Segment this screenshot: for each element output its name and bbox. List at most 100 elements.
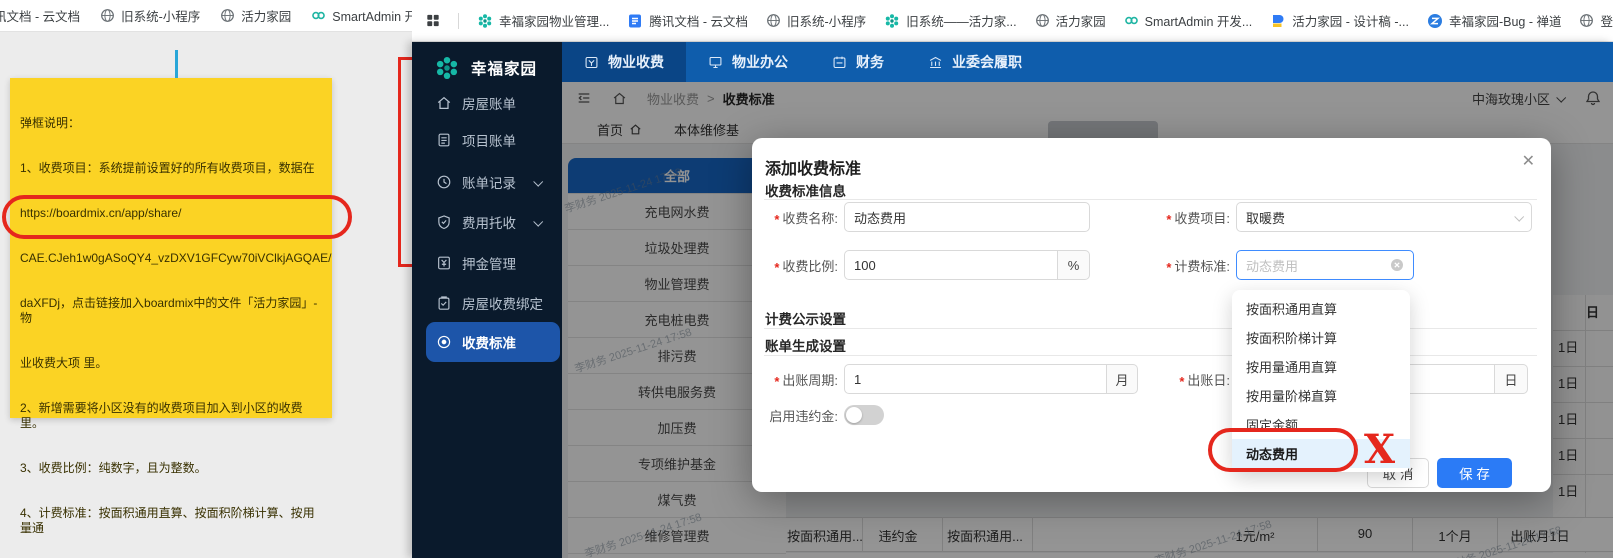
bookmark-item[interactable]: 活力家园 - 设计稿 -... (1270, 11, 1409, 30)
sidebar: 幸福家园 房屋账单 项目账单 账单记录 费用托收 押金管理 房屋收费绑定 收费标… (412, 42, 562, 558)
note-line: 2、新增需要将小区没有的收费项目加入到小区的收费里。 (20, 401, 303, 430)
dropdown-option[interactable]: 按用量阶梯直算 (1232, 381, 1410, 410)
modal-title: 添加收费标准 (765, 161, 862, 178)
flower-icon (478, 13, 492, 28)
flower-icon (885, 13, 899, 28)
deposit-icon (438, 256, 450, 270)
bookmark-item[interactable]: SmartAdmin 开发... (1124, 11, 1253, 30)
save-button[interactable]: 保 存 (1437, 458, 1512, 488)
bookmark-item[interactable]: 活力家园 (1035, 11, 1106, 30)
apps-grid-icon[interactable] (426, 12, 440, 29)
bookmark-item[interactable]: 活力家园 (220, 6, 291, 25)
section-header-info: 收费标准信息 (765, 184, 846, 199)
note-line: 4、计费标准：按面积通用直算、按面积阶梯计算、按用量通 (20, 506, 315, 535)
app-title: 幸福家园 (471, 61, 538, 78)
fee-project-select[interactable]: 取暖费 (1236, 202, 1532, 232)
dropdown-option[interactable]: 按用量通用直算 (1232, 352, 1410, 381)
left-browser-bookmarks-bar: 讯文档 - 云文档 旧系统-小程序 活力家园 SmartAdmin 开发环... (0, 0, 412, 32)
bookmark-label: 活力家园 - 设计稿 -... (1292, 15, 1409, 29)
field-label-cycle: * 出账周期: (752, 364, 838, 394)
sidebar-item-bill-records[interactable]: 账单记录 (412, 167, 562, 197)
fee-ratio-input[interactable] (844, 250, 1058, 280)
required-mark: * (1166, 211, 1172, 227)
nav-tab-finance[interactable]: 财务 (810, 42, 906, 82)
bookmark-item[interactable]: 旧系统-小程序 (100, 6, 200, 25)
sidebar-item-deposit-management[interactable]: 押金管理 (412, 248, 562, 278)
monitor-icon (709, 56, 722, 68)
note-line: 弹框说明： (20, 116, 81, 130)
label-text: 出账日: (1187, 372, 1230, 388)
fee-name-input[interactable] (844, 202, 1090, 232)
field-label-penalty: 启用违约金: (752, 400, 838, 430)
cycle-suffix-month: 月 (1107, 364, 1138, 394)
billing-standard-select[interactable]: 动态费用 (1236, 250, 1414, 280)
smartadmin-icon (1124, 16, 1138, 25)
clock-icon (437, 175, 451, 189)
sidebar-item-fee-collection[interactable]: 费用托收 (412, 207, 562, 237)
nav-tab-label: 物业收费 (608, 54, 664, 70)
label-text: 收费项目: (1174, 210, 1230, 226)
field-label-name: * 收费名称: (752, 202, 838, 232)
nav-tab-label: 物业办公 (732, 54, 788, 70)
document-icon (438, 133, 450, 147)
sidebar-item-label: 房屋收费绑定 (462, 297, 543, 312)
red-circle-annotation (1208, 428, 1358, 472)
app-logo: 幸福家园 (434, 48, 562, 88)
nav-tab-property-fees[interactable]: 物业收费 (562, 42, 686, 82)
globe-icon (1580, 14, 1594, 27)
bookmark-label: 幸福家园-Bug - 禅道 (1448, 15, 1562, 29)
sidebar-item-label: 账单记录 (462, 176, 516, 191)
sidebar-item-project-bills[interactable]: 项目账单 (412, 125, 562, 155)
sidebar-item-house-bills[interactable]: 房屋账单 (412, 88, 562, 118)
bookmark-item[interactable]: 登 (1579, 11, 1613, 30)
section-divider (764, 355, 1537, 356)
required-mark: * (1179, 373, 1185, 389)
zentao-icon (1427, 13, 1442, 28)
bookmark-label: SmartAdmin 开发环... (332, 10, 412, 24)
bookmark-item[interactable]: SmartAdmin 开发环... (311, 6, 412, 25)
clear-icon[interactable] (1390, 258, 1404, 272)
dropdown-option[interactable]: 按面积阶梯计算 (1232, 323, 1410, 352)
bookmark-item[interactable]: 旧系统-小程序 (766, 11, 866, 30)
bookmark-item[interactable]: 旧系统——活力家... (884, 11, 1017, 30)
toggle-knob (846, 407, 862, 423)
nav-tab-label: 财务 (856, 54, 884, 70)
required-mark: * (774, 211, 780, 227)
dropdown-option[interactable]: 按面积通用直算 (1232, 294, 1410, 323)
field-label-day: * 出账日: (1138, 364, 1230, 394)
divider (457, 12, 459, 29)
bookmark-label: 旧系统-小程序 (787, 15, 867, 29)
right-browser-bookmarks-bar: 幸福家园物业管理... 腾讯文档 - 云文档 旧系统-小程序 旧系统——活力家.… (412, 0, 1613, 42)
nav-tab-owners-committee[interactable]: 业委会履职 (906, 42, 1044, 82)
bookmark-label: 活力家园 (241, 10, 292, 24)
bookmark-item[interactable]: 幸福家园物业管理... (477, 11, 609, 30)
nav-tab-label: 业委会履职 (952, 54, 1022, 70)
sticky-note[interactable]: 弹框说明： 1、收费项目：系统提前设置好的所有收费项目，数据在 https://… (10, 78, 332, 535)
bookmark-item[interactable]: 腾讯文档 - 云文档 (627, 11, 748, 30)
shield-icon (438, 215, 450, 230)
bookmark-item[interactable]: 讯文档 - 云文档 (0, 6, 80, 25)
sidebar-item-house-fee-binding[interactable]: 房屋收费绑定 (412, 288, 562, 318)
chevron-down-icon (533, 176, 544, 187)
bookmark-label: SmartAdmin 开发... (1144, 15, 1253, 29)
section-divider (764, 199, 1537, 200)
billing-cycle-input[interactable] (844, 364, 1107, 394)
sidebar-item-label: 房屋账单 (462, 97, 516, 112)
bookmark-label: 腾讯文档 - 云文档 (649, 15, 749, 29)
chevron-down-icon (533, 216, 544, 227)
required-mark: * (774, 373, 780, 389)
globe-icon (1035, 14, 1049, 27)
bookmark-item[interactable]: 幸福家园-Bug - 禅道 (1427, 11, 1562, 30)
bookmark-label: 活力家园 (1055, 15, 1106, 29)
label-text: 收费名称: (782, 210, 838, 226)
sidebar-item-label: 押金管理 (462, 257, 516, 272)
penalty-toggle[interactable] (844, 405, 884, 425)
globe-icon (101, 9, 115, 22)
nav-tab-property-office[interactable]: 物业办公 (686, 42, 810, 82)
sidebar-item-fee-standard[interactable]: 收费标准 (412, 327, 562, 357)
tencent-docs-icon (629, 14, 642, 27)
field-label-project: * 收费项目: (1138, 202, 1230, 232)
red-x-annotation: X (1364, 426, 1396, 473)
label-text: 启用违约金: (769, 408, 838, 424)
close-icon[interactable]: ✕ (1522, 151, 1535, 171)
